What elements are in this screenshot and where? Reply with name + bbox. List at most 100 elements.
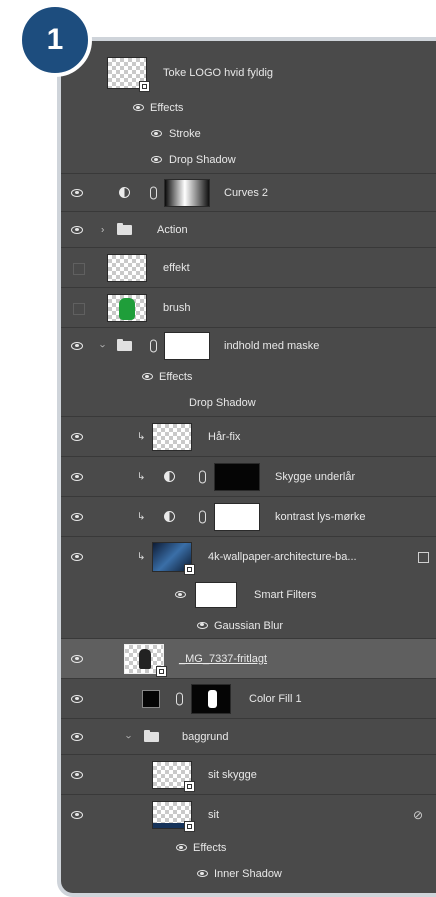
- eye-icon[interactable]: [71, 432, 83, 441]
- folder-icon: [117, 339, 132, 351]
- clipping-arrow-icon: ↳: [137, 551, 146, 563]
- fill-color-swatch[interactable]: [142, 689, 160, 708]
- effects-label: Effects: [193, 842, 227, 854]
- clipping-arrow-icon: ↳: [137, 471, 146, 482]
- effect-row-stroke[interactable]: Stroke: [61, 121, 436, 147]
- eye-icon[interactable]: [71, 472, 83, 481]
- effect-row-drop-shadow[interactable]: Drop Shadow: [61, 147, 436, 174]
- folder-icon: [144, 729, 159, 742]
- chevron-right-icon[interactable]: ›: [101, 224, 104, 235]
- smart-object-icon: [156, 665, 167, 677]
- mask-thumbnail: [191, 683, 231, 714]
- filter-row-gaussian-blur[interactable]: Gaussian Blur: [61, 613, 436, 639]
- effects-row[interactable]: Effects: [61, 95, 436, 121]
- layers-panel: Toke LOGO hvid fyldig Effects Stroke Dro…: [57, 37, 436, 897]
- layer-name: Toke LOGO hvid fyldig: [163, 67, 274, 79]
- eye-icon[interactable]: [142, 373, 153, 380]
- layer-thumbnail: [152, 542, 195, 575]
- layer-name: Color Fill 1: [249, 692, 302, 705]
- smart-object-icon: [139, 81, 150, 92]
- layer-row-brush[interactable]: brush: [61, 288, 436, 328]
- effects-row[interactable]: Effects: [61, 364, 436, 390]
- layer-row-mg-7337-fritlagt[interactable]: _MG_7337-fritlagt: [61, 639, 436, 679]
- layer-row-toke-logo[interactable]: Toke LOGO hvid fyldig: [61, 51, 436, 95]
- visibility-toggle[interactable]: [73, 262, 85, 275]
- layer-name: kontrast lys-mørke: [275, 510, 366, 523]
- effect-label: Drop Shadow: [169, 154, 236, 166]
- layer-row-action[interactable]: › Action: [61, 212, 436, 248]
- subject-silhouette: [139, 648, 151, 669]
- layer-thumbnail: [152, 760, 195, 792]
- link-icon[interactable]: [150, 339, 157, 353]
- filter-label: Gaussian Blur: [214, 619, 284, 632]
- layer-row-skygge-underlar[interactable]: ↳ Skygge underlår: [61, 457, 436, 497]
- layer-thumbnail: [107, 253, 147, 282]
- layer-row-baggrund[interactable]: › baggrund: [61, 719, 436, 755]
- smart-filters-label: Smart Filters: [254, 589, 317, 601]
- layer-thumbnail: [152, 801, 195, 832]
- layer-name: Skygge underlår: [275, 470, 356, 483]
- effect-row-inner-shadow[interactable]: Inner Shadow: [61, 861, 436, 887]
- eye-icon[interactable]: [71, 553, 83, 561]
- eye-icon[interactable]: [197, 870, 208, 877]
- layer-row-kontrast-lys-morke[interactable]: ↳ kontrast lys-mørke: [61, 497, 436, 537]
- filter-mask-thumbnail: [195, 582, 237, 608]
- chevron-down-icon[interactable]: ›: [123, 735, 134, 738]
- layer-thumbnail: [124, 643, 167, 677]
- step-number-badge: 1: [18, 3, 92, 77]
- layer-name: _MG_7337-fritlagt: [179, 652, 268, 665]
- layer-row-4k-wallpaper[interactable]: ↳ 4k-wallpaper-architecture-ba...: [61, 537, 436, 577]
- layer-thumbnail: [107, 57, 150, 92]
- link-icon[interactable]: [150, 186, 157, 199]
- chevron-down-icon[interactable]: ›: [97, 344, 108, 347]
- layer-row-curves-2[interactable]: Curves 2: [61, 174, 436, 212]
- adjustment-icon: [119, 187, 130, 198]
- layer-name: sit: [208, 809, 219, 821]
- eye-icon[interactable]: [197, 621, 208, 629]
- brush-shape: [119, 297, 135, 320]
- link-icon[interactable]: [199, 510, 206, 523]
- layer-name: Action: [157, 223, 188, 236]
- mask-thumbnail: [164, 332, 210, 360]
- eye-icon[interactable]: [151, 156, 162, 163]
- effects-label: Effects: [159, 371, 193, 383]
- layer-name: brush: [163, 301, 191, 314]
- layer-style-icon[interactable]: ⊘: [413, 808, 423, 822]
- layer-row-color-fill-1[interactable]: Color Fill 1: [61, 679, 436, 719]
- smart-object-icon: [184, 564, 195, 575]
- smart-filters-row[interactable]: Smart Filters: [61, 577, 436, 613]
- visibility-toggle[interactable]: [73, 302, 85, 315]
- layer-row-effekt[interactable]: effekt: [61, 248, 436, 288]
- mask-thumbnail: [214, 462, 260, 491]
- layer-row-indhold-med-maske[interactable]: › indhold med maske: [61, 328, 436, 364]
- link-icon[interactable]: [176, 692, 183, 705]
- link-icon[interactable]: [199, 470, 206, 483]
- layer-name: effekt: [163, 261, 190, 274]
- eye-icon[interactable]: [71, 694, 83, 703]
- effects-row[interactable]: Effects: [61, 835, 436, 861]
- layer-row-sit[interactable]: sit ⊘: [61, 795, 436, 835]
- eye-icon[interactable]: [71, 770, 83, 779]
- smart-object-icon: [184, 821, 195, 832]
- eye-icon[interactable]: [71, 225, 83, 234]
- layer-name: Hår-fix: [208, 430, 241, 443]
- eye-icon[interactable]: [133, 104, 144, 111]
- eye-icon[interactable]: [176, 844, 187, 851]
- adjustment-icon: [164, 471, 175, 482]
- effect-row-drop-shadow[interactable]: Drop Shadow: [61, 390, 436, 417]
- eye-icon[interactable]: [71, 342, 83, 350]
- eye-icon[interactable]: [71, 811, 83, 819]
- clipping-arrow-icon: ↳: [137, 431, 146, 442]
- smart-filter-badge-icon: [418, 552, 429, 563]
- layer-name: 4k-wallpaper-architecture-ba...: [208, 551, 357, 563]
- eye-icon[interactable]: [175, 591, 186, 598]
- clipping-arrow-icon: ↳: [137, 511, 146, 522]
- eye-icon[interactable]: [71, 512, 83, 521]
- eye-icon[interactable]: [151, 130, 162, 137]
- eye-icon[interactable]: [71, 654, 83, 663]
- eye-icon[interactable]: [71, 732, 83, 741]
- mask-shape: [208, 689, 217, 708]
- layer-row-har-fix[interactable]: ↳ Hår-fix: [61, 417, 436, 457]
- layer-row-sit-skygge[interactable]: sit skygge: [61, 755, 436, 795]
- eye-icon[interactable]: [71, 188, 83, 197]
